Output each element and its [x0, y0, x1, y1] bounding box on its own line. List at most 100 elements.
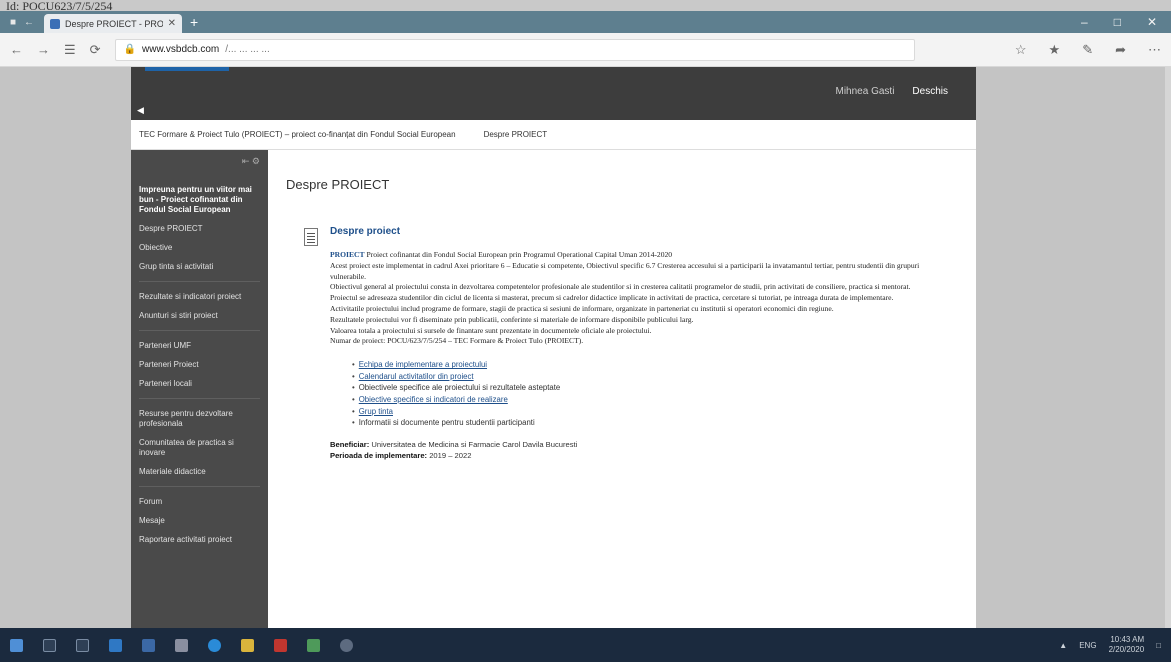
sidebar-item[interactable]: Raportare activitati proiect: [139, 535, 260, 545]
project-code-link[interactable]: PROIECT: [330, 250, 365, 259]
page-scrollbar[interactable]: [1165, 67, 1171, 628]
paragraph-text: Rezultatele proiectului vor fi diseminat…: [330, 314, 694, 324]
project-description: PROIECT Proiect cofinantat din Fondul So…: [330, 250, 954, 347]
task-view-icon[interactable]: [76, 638, 89, 652]
sidebar-item[interactable]: Materiale didactice: [139, 467, 260, 477]
edge-icon[interactable]: [109, 638, 122, 652]
forward-icon[interactable]: →: [37, 42, 50, 57]
project-link-item[interactable]: Obiective specifice si indicatori de rea…: [352, 394, 954, 406]
project-link-item[interactable]: Calendarul activitatilor din proiect: [352, 371, 954, 383]
project-link[interactable]: Calendarul activitatilor din proiect: [359, 372, 474, 381]
project-link-item[interactable]: Echipa de implementare a proiectului: [352, 359, 954, 371]
sidebar-separator: [139, 330, 260, 331]
description-paragraph: PROIECT Proiect cofinantat din Fondul So…: [330, 250, 954, 261]
main-content: Despre PROIECT Despre proiect PROIECT Pr…: [286, 177, 966, 461]
tab-despre-proiect[interactable]: Despre PROIECT - PROI ✕: [44, 14, 183, 33]
sidebar-settings-icon[interactable]: ⚙: [252, 156, 260, 166]
network-icon[interactable]: ▲: [1059, 641, 1067, 650]
paragraph-text: Activitatile proiectului includ programe…: [330, 303, 834, 313]
document-icon: [304, 228, 318, 246]
browser-app-icon[interactable]: [208, 638, 221, 652]
tray-language[interactable]: ENG: [1079, 641, 1096, 650]
sidebar-item[interactable]: Parteneri locali: [139, 379, 260, 389]
description-paragraph: Valoarea totala a proiectului si sursele…: [330, 326, 954, 337]
url-field[interactable]: 🔒 www.vsbdcb.com /... ... ... ...: [114, 38, 915, 61]
footer-value: 2019 – 2022: [427, 450, 472, 460]
sidebar-item[interactable]: Grup tinta si activitati: [139, 262, 260, 272]
resource-block: Despre proiect PROIECT Proiect cofinanta…: [304, 226, 966, 461]
clock[interactable]: 10:43 AM 2/20/2020: [1109, 635, 1145, 655]
settings-gear-icon[interactable]: [340, 638, 353, 652]
project-link-text: Informatii si documente pentru studentii…: [358, 418, 535, 428]
sidebar-item[interactable]: Mesaje: [139, 516, 260, 526]
description-paragraph: Rezultatele proiectului vor fi diseminat…: [330, 315, 954, 326]
window-menu-icon[interactable]: ■: [10, 17, 16, 28]
minimize-icon[interactable]: –: [1081, 15, 1088, 29]
project-footer-note: Beneficiar: Universitatea de Medicina si…: [330, 439, 954, 461]
search-icon[interactable]: [43, 638, 56, 652]
reading-icon[interactable]: ☰: [64, 42, 76, 58]
paragraph-text: Obiectivul general al proiectului consta…: [330, 282, 911, 292]
maximize-icon[interactable]: □: [1114, 15, 1121, 29]
header-brand-strip: [145, 67, 229, 71]
sidebar-item[interactable]: Comunitatea de practica si inovare: [139, 438, 260, 458]
project-link[interactable]: Obiective specifice si indicatori de rea…: [359, 395, 508, 404]
tab-close-icon[interactable]: ✕: [168, 18, 176, 29]
paragraph-text: Numar de proiect: POCU/623/7/5/254 – TEC…: [330, 336, 584, 346]
sidebar-item[interactable]: Resurse pentru dezvoltare profesionala: [139, 409, 260, 429]
new-tab-icon[interactable]: +: [190, 11, 198, 33]
pen-icon[interactable]: ✎: [1082, 42, 1093, 58]
back-icon[interactable]: ←: [10, 42, 23, 57]
address-bar: ← → ☰ ⟳ 🔒 www.vsbdcb.com /... ... ... ..…: [0, 33, 1171, 67]
refresh-icon[interactable]: ⟳: [90, 42, 101, 58]
header-logout-link[interactable]: Deschis: [912, 86, 948, 97]
breadcrumb: TEC Formare & Proiect Tulo (PROIECT) – p…: [131, 120, 976, 150]
favorites-icon[interactable]: ★: [1049, 42, 1061, 58]
description-paragraph: Acest proiect este implementat in cadrul…: [330, 261, 954, 283]
footer-label: Perioada de implementare:: [330, 450, 428, 460]
breadcrumb-course-link[interactable]: TEC Formare & Proiect Tulo (PROIECT) – p…: [139, 130, 456, 139]
window-menu[interactable]: ■ ←: [0, 11, 34, 33]
sidebar-item[interactable]: Forum: [139, 497, 260, 507]
browser-title-bar: ■ ← Despre PROIECT - PROI ✕ + – □ ✕: [0, 11, 1171, 33]
paragraph-text: Valoarea totala a proiectului si sursele…: [330, 325, 652, 335]
menu-toggle-icon[interactable]: ◀: [137, 105, 144, 116]
sidebar-collapse-icon[interactable]: ⇤: [242, 156, 250, 166]
excel-icon[interactable]: [307, 638, 320, 652]
sidebar-item[interactable]: Anunturi si stiri proiect: [139, 311, 260, 321]
more-icon[interactable]: ⋯: [1148, 42, 1161, 58]
sidebar-item[interactable]: Despre PROIECT: [139, 224, 260, 234]
sidebar-item[interactable]: Parteneri Proiect: [139, 360, 260, 370]
breadcrumb-current[interactable]: Despre PROIECT: [484, 130, 548, 139]
sidebar-item[interactable]: Impreuna pentru un viitor mai bun - Proi…: [139, 185, 260, 215]
project-link[interactable]: Grup tinta: [359, 407, 393, 416]
notifications-icon[interactable]: □: [1156, 641, 1161, 650]
share-icon[interactable]: ➦: [1115, 42, 1126, 58]
project-link-item: Informatii si documente pentru studentii…: [352, 417, 954, 429]
course-sidebar: ⇤ ⚙ Impreuna pentru un viitor mai bun - …: [131, 150, 268, 628]
back-tabs-icon[interactable]: ←: [24, 17, 34, 28]
pdf-app-icon[interactable]: [274, 638, 287, 652]
favorite-star-icon[interactable]: ☆: [1015, 42, 1027, 58]
lock-icon: 🔒: [123, 44, 137, 55]
description-paragraph: Activitatile proiectului includ programe…: [330, 304, 954, 315]
browser-viewport: Mihnea Gasti Deschis ◀ TEC Formare & Pro…: [0, 67, 1171, 628]
site-favicon-icon: [50, 18, 61, 29]
store-icon[interactable]: [142, 638, 155, 652]
header-user-link[interactable]: Mihnea Gasti: [836, 86, 895, 97]
lock-app-icon[interactable]: [175, 638, 188, 652]
file-explorer-icon[interactable]: [241, 638, 254, 652]
site-header: Mihnea Gasti Deschis ◀: [131, 67, 976, 120]
project-link-item[interactable]: Grup tinta: [352, 406, 954, 418]
start-icon[interactable]: [10, 638, 23, 652]
close-window-icon[interactable]: ✕: [1147, 15, 1157, 29]
sidebar-item[interactable]: Rezultate si indicatori proiect: [139, 292, 260, 302]
section-title[interactable]: Despre proiect: [330, 226, 954, 237]
header-user-links: Mihnea Gasti Deschis: [836, 86, 949, 97]
sidebar-item[interactable]: Obiective: [139, 243, 260, 253]
paragraph-text: Proiect cofinantat din Fondul Social Eur…: [364, 250, 673, 259]
toolbar-actions: ☆ ★ ✎ ➦ ⋯: [1015, 42, 1161, 58]
sidebar-item[interactable]: Parteneri UMF: [139, 341, 260, 351]
project-link-item: Obiectivele specifice ale proiectului si…: [352, 382, 954, 394]
project-link[interactable]: Echipa de implementare a proiectului: [359, 360, 487, 369]
